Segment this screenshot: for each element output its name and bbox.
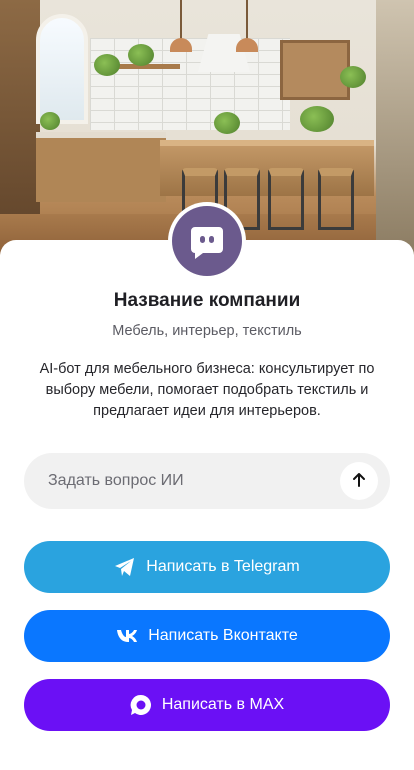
pendant-lamp	[236, 0, 258, 52]
telegram-button-label: Написать в Telegram	[146, 558, 300, 575]
plant	[40, 112, 60, 130]
bar-stool	[318, 168, 354, 230]
vk-button-label: Написать Вконтакте	[148, 627, 298, 644]
max-button-label: Написать в MAX	[161, 696, 285, 713]
ask-ai-input[interactable]	[24, 453, 340, 509]
telegram-button[interactable]: Написать в Telegram	[24, 541, 390, 593]
max-button[interactable]: Написать в MAX	[24, 679, 390, 731]
company-name: Название компании	[113, 290, 301, 311]
kitchen-counter	[36, 132, 166, 202]
wall-cabinet	[280, 40, 350, 100]
max-icon	[130, 694, 152, 716]
company-tagline: Мебель, интерьер, текстиль	[112, 323, 302, 339]
plant	[300, 106, 334, 132]
plant	[128, 44, 154, 66]
telegram-icon	[114, 556, 136, 578]
arrow-up-icon	[351, 472, 367, 491]
plant	[94, 54, 120, 76]
bar-stool	[268, 168, 304, 230]
pendant-lamp	[170, 0, 192, 52]
arched-window	[36, 14, 88, 124]
avatar	[168, 202, 246, 280]
chat-bot-icon	[172, 206, 242, 276]
company-description: AI-бот для мебельного бизнеса: консульти…	[39, 361, 375, 419]
ask-ai-box	[24, 453, 390, 509]
wall-panel	[376, 0, 414, 262]
plant	[340, 66, 366, 88]
vk-icon	[116, 625, 138, 647]
vk-button[interactable]: Написать Вконтакте	[24, 610, 390, 662]
send-button[interactable]	[340, 462, 378, 500]
plant	[214, 112, 240, 134]
